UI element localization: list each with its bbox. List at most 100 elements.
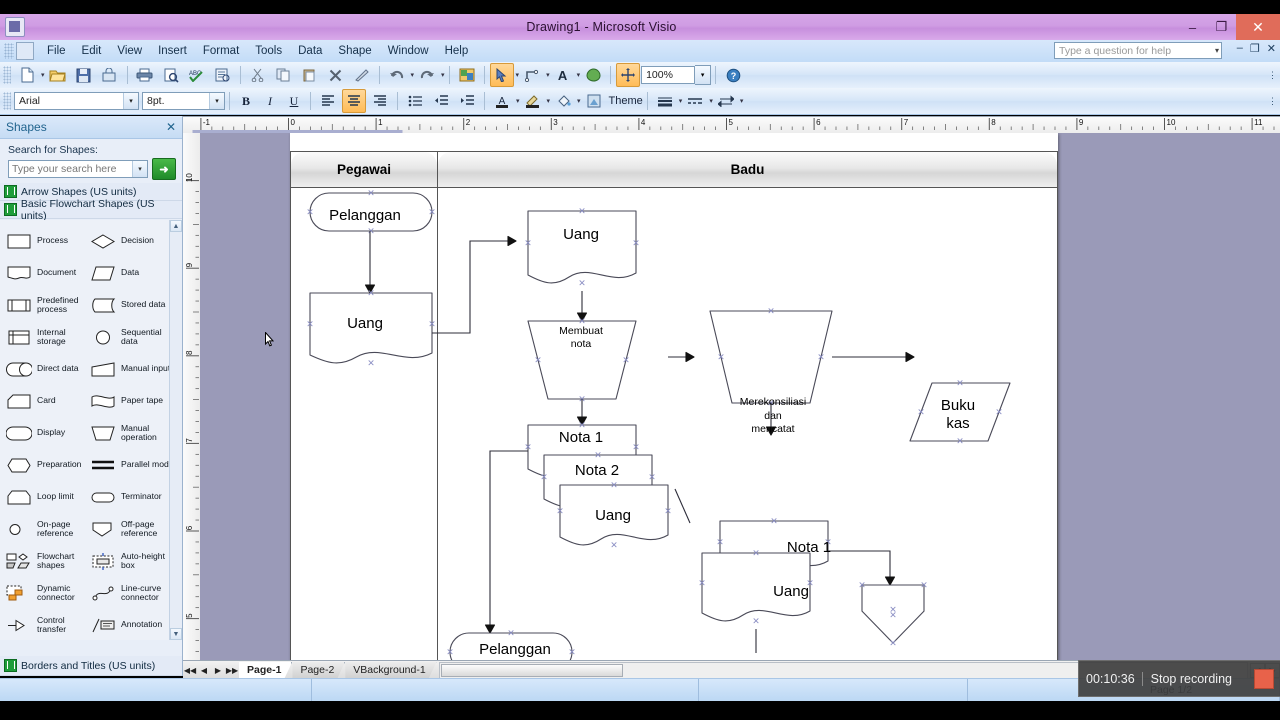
delete-icon[interactable] — [324, 63, 348, 87]
increase-indent-icon[interactable] — [455, 89, 479, 113]
last-page-icon[interactable]: ▶▶ — [225, 662, 239, 678]
text-tool-icon[interactable]: A — [551, 63, 575, 87]
font-size-chevron-icon[interactable]: ▾ — [209, 93, 224, 109]
shape-item-manual-input[interactable]: Manual input — [90, 353, 174, 385]
insert-picture-icon[interactable] — [455, 63, 479, 87]
vertical-ruler[interactable]: 10 9 8 7 6 5 — [183, 133, 201, 660]
menu-file[interactable]: File — [39, 43, 74, 59]
shape-item-sequential-data[interactable]: Sequential data — [90, 321, 174, 353]
shape-item-on-page-reference[interactable]: On-page reference — [6, 513, 90, 545]
stop-recording-icon[interactable] — [1254, 668, 1274, 689]
align-center-icon[interactable] — [342, 89, 366, 113]
format-toolbar-overflow-icon[interactable]: ⋮ — [1268, 96, 1277, 107]
drawing-canvas[interactable]: Pegawai Badu ✕ ✕ ✕ ✕ ✕ ✕ ✕ ✕ ✕ ✕ ✕ ✕ ✕ ✕ ✕ ✕ ✕ ✕ ✕ ✕ ✕ ✕ ✕ ✕ ✕ ✕ ✕… — [200, 133, 1280, 660]
line-color-dropdown-icon[interactable]: ▾ — [547, 97, 551, 105]
shape-item-direct-data[interactable]: Direct data — [6, 353, 90, 385]
toolbar-grip-handle[interactable] — [3, 66, 11, 84]
scroll-down-icon[interactable]: ▼ — [170, 628, 182, 640]
shape-item-manual-operation[interactable]: Manual operation — [90, 417, 174, 449]
shape-item-document[interactable]: Document — [6, 257, 90, 289]
drawing-page[interactable]: Pegawai Badu ✕ ✕ ✕ ✕ ✕ ✕ ✕ ✕ ✕ ✕ ✕ ✕ ✕ ✕ ✕ ✕ ✕ ✕ ✕ ✕ ✕ ✕ ✕ ✕ ✕ ✕ ✕… — [290, 133, 1058, 660]
bold-button[interactable]: B — [235, 89, 257, 113]
shapes-scrollbar[interactable]: ▲ ▼ — [169, 220, 182, 640]
page-tab-page-2[interactable]: Page-2 — [292, 662, 345, 679]
shape-item-loop-limit[interactable]: Loop limit — [6, 481, 90, 513]
menu-insert[interactable]: Insert — [150, 43, 195, 59]
menu-tools[interactable]: Tools — [247, 43, 290, 59]
connector-tool-dropdown-icon[interactable]: ▾ — [546, 71, 550, 79]
theme-icon[interactable] — [582, 89, 606, 113]
scroll-up-icon[interactable]: ▲ — [170, 220, 182, 232]
page-tab-page-1[interactable]: Page-1 — [239, 662, 292, 679]
shape-item-off-page-reference[interactable]: Off-page reference — [90, 513, 174, 545]
menu-help[interactable]: Help — [437, 43, 477, 59]
shape-item-annotation[interactable]: Annotation — [90, 609, 174, 640]
pan-zoom-icon[interactable] — [616, 63, 641, 87]
shape-item-predefined-process[interactable]: Predefined process — [6, 289, 90, 321]
zoom-dropdown-icon[interactable]: ▾ — [695, 65, 712, 85]
line-weight-icon[interactable] — [653, 89, 677, 113]
stencil-basic-flowchart-shapes[interactable]: Basic Flowchart Shapes (US units) — [0, 198, 182, 222]
shape-item-flowchart-shapes[interactable]: Flowchart shapes — [6, 545, 90, 577]
prev-page-icon[interactable]: ◀ — [197, 662, 211, 678]
menu-window[interactable]: Window — [380, 43, 437, 59]
undo-dropdown-icon[interactable]: ▾ — [411, 71, 415, 79]
menu-format[interactable]: Format — [195, 43, 247, 59]
format-painter-icon[interactable] — [350, 63, 374, 87]
menu-shape[interactable]: Shape — [330, 43, 379, 59]
pointer-tool-icon[interactable] — [489, 63, 514, 87]
swimlane-badu[interactable]: Badu — [438, 151, 1058, 660]
doc-restore-button[interactable]: ❐ — [1250, 42, 1260, 55]
open-icon[interactable] — [46, 63, 70, 87]
copy-icon[interactable] — [272, 63, 296, 87]
save-icon[interactable] — [72, 63, 96, 87]
text-tool-dropdown-icon[interactable]: ▾ — [577, 71, 581, 79]
redo-icon[interactable] — [415, 63, 439, 87]
search-go-button[interactable]: ➜ — [152, 158, 176, 180]
fill-style-icon[interactable] — [581, 63, 605, 87]
shape-item-data[interactable]: Data — [90, 257, 174, 289]
line-pattern-icon[interactable] — [683, 89, 707, 113]
font-color-dropdown-icon[interactable]: ▾ — [516, 97, 520, 105]
help-icon[interactable]: ? — [721, 63, 745, 87]
line-weight-dropdown-icon[interactable]: ▾ — [679, 97, 683, 105]
shape-item-card[interactable]: Card — [6, 385, 90, 417]
menu-data[interactable]: Data — [290, 43, 330, 59]
next-page-icon[interactable]: ▶ — [211, 662, 225, 678]
shape-item-parallel-mode[interactable]: Parallel mode — [90, 449, 174, 481]
menu-grip-handle[interactable] — [4, 43, 14, 59]
fill-color-icon[interactable] — [551, 89, 575, 113]
pointer-tool-dropdown-icon[interactable]: ▾ — [516, 71, 520, 79]
doc-close-button[interactable]: ✕ — [1267, 42, 1276, 55]
shape-item-display[interactable]: Display — [5, 417, 90, 449]
menu-edit[interactable]: Edit — [74, 43, 110, 59]
paste-icon[interactable] — [298, 63, 322, 87]
shape-item-line-curve-connector[interactable]: Line-curve connector — [90, 577, 174, 609]
cut-icon[interactable] — [246, 63, 270, 87]
permission-icon[interactable] — [98, 63, 122, 87]
stencil-borders-and-titles[interactable]: Borders and Titles (US units) — [0, 656, 182, 676]
shape-item-process[interactable]: Process — [6, 225, 90, 257]
undo-icon[interactable] — [385, 63, 409, 87]
italic-button[interactable]: I — [259, 89, 281, 113]
chevron-down-icon[interactable]: ▾ — [132, 161, 147, 177]
underline-button[interactable]: U — [283, 89, 305, 113]
decrease-indent-icon[interactable] — [429, 89, 453, 113]
zoom-value-input[interactable]: 100% — [641, 66, 696, 84]
menu-view[interactable]: View — [109, 43, 150, 59]
new-document-icon[interactable] — [15, 63, 39, 87]
spelling-icon[interactable]: ABC — [185, 63, 209, 87]
line-ends-icon[interactable] — [714, 89, 738, 113]
shape-search-input[interactable]: Type your search here ▾ — [8, 160, 148, 178]
line-ends-dropdown-icon[interactable]: ▾ — [740, 97, 744, 105]
format-toolbar-grip-handle[interactable] — [3, 92, 11, 110]
minimize-button[interactable]: – — [1178, 14, 1207, 40]
shape-item-paper-tape[interactable]: Paper tape — [90, 385, 174, 417]
line-pattern-dropdown-icon[interactable]: ▾ — [709, 97, 713, 105]
print-preview-icon[interactable] — [159, 63, 183, 87]
horizontal-scrollbar-thumb[interactable] — [440, 663, 623, 677]
close-button[interactable]: ✕ — [1236, 14, 1280, 40]
restore-button[interactable]: ❐ — [1207, 14, 1236, 40]
shape-item-dynamic-connector[interactable]: Dynamic connector — [6, 577, 90, 609]
print-icon[interactable] — [133, 63, 157, 87]
